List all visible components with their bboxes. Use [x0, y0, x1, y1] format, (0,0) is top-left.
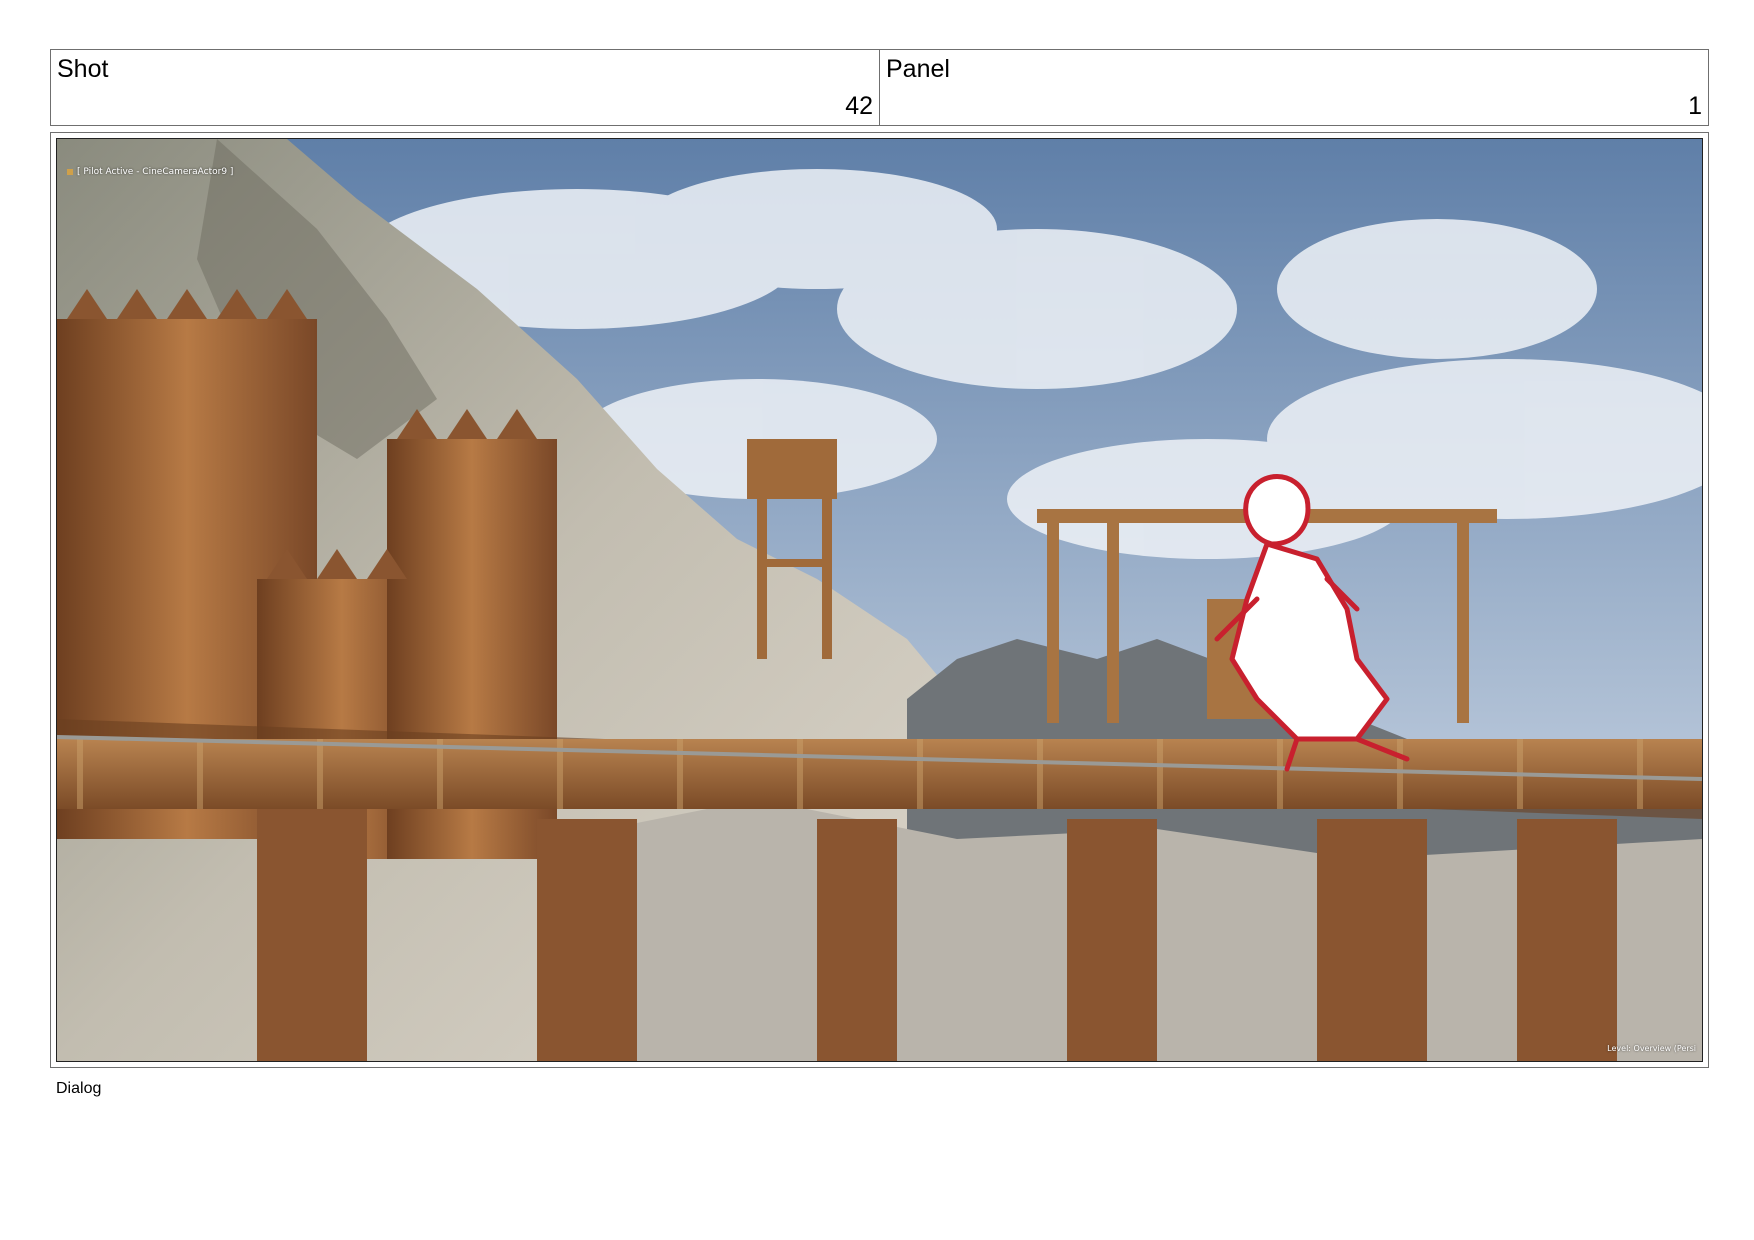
panel-cell: Panel 1 — [879, 50, 1708, 125]
dialog-label: Dialog — [56, 1080, 102, 1097]
storyboard-panel-frame: [ Pilot Active - CineCameraActor9 ] Leve… — [50, 132, 1709, 1068]
scene-illustration — [57, 139, 1702, 1061]
panel-label: Panel — [886, 55, 950, 83]
storyboard-frame-image: [ Pilot Active - CineCameraActor9 ] Leve… — [56, 138, 1703, 1062]
shot-cell: Shot 42 — [51, 50, 879, 125]
panel-number: 1 — [1688, 92, 1702, 120]
camera-icon — [67, 168, 73, 175]
camera-pilot-overlay: [ Pilot Active - CineCameraActor9 ] — [67, 167, 233, 177]
shot-panel-header: Shot 42 Panel 1 — [50, 49, 1709, 126]
level-overlay: Level: Overview (Persi — [1607, 1044, 1696, 1053]
shot-number: 42 — [845, 92, 873, 120]
shot-label: Shot — [57, 55, 109, 83]
camera-pilot-text: [ Pilot Active - CineCameraActor9 ] — [77, 167, 234, 177]
